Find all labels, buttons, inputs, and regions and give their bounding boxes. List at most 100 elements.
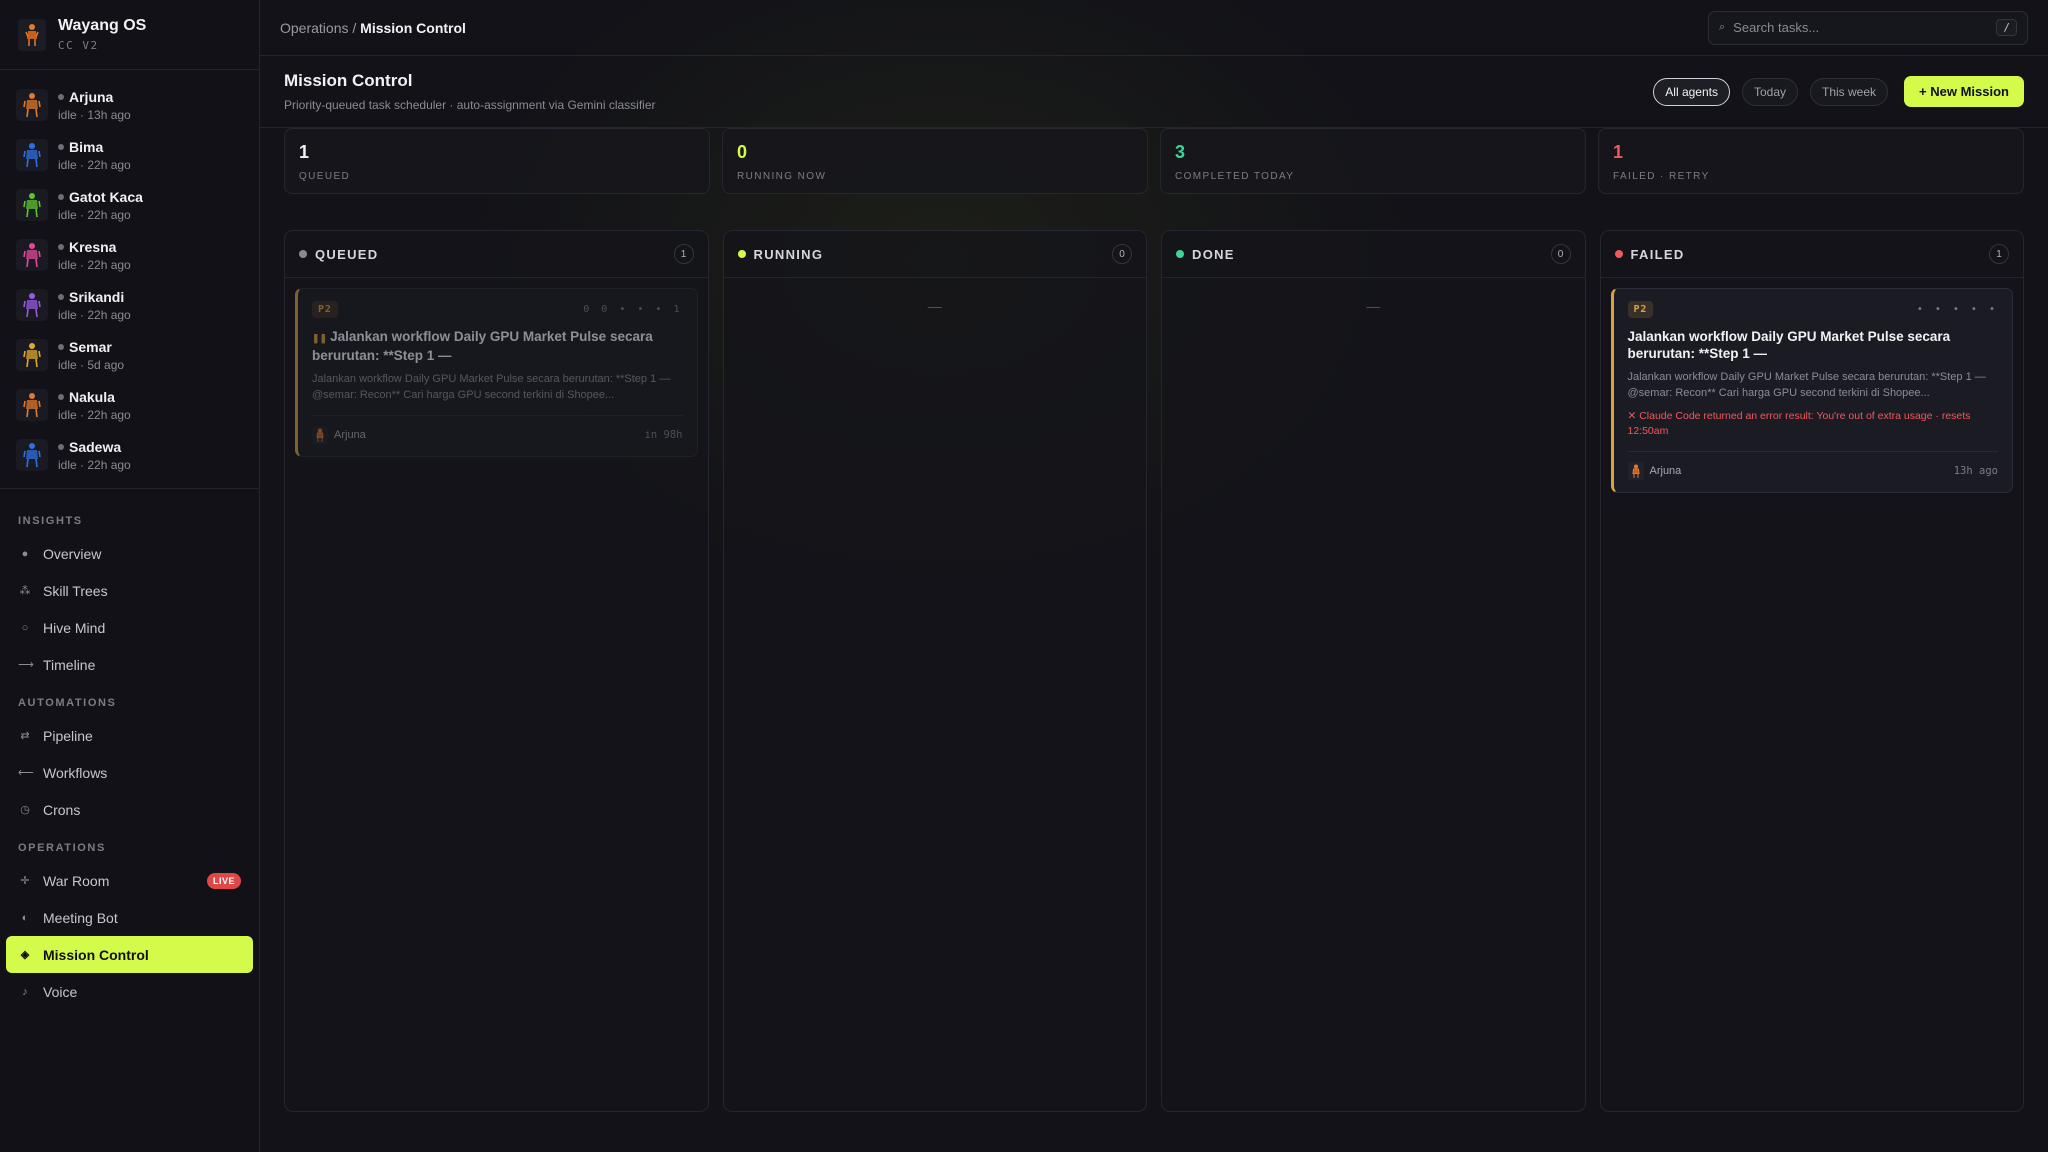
- column-queued: QUEUED 1 P2 0 0 • • • 1 ❚❚ Jalankan workf…: [284, 230, 709, 1112]
- crons-icon: ◷: [20, 804, 30, 816]
- column-header: QUEUED 1: [285, 231, 708, 278]
- nav-item-pipeline[interactable]: ⇄ Pipeline: [6, 717, 253, 754]
- agent-semar[interactable]: Semar idle · 5d ago: [0, 330, 259, 380]
- bima-puppet-icon: [16, 139, 48, 171]
- column-header: FAILED 1: [1600, 231, 2023, 278]
- agent-name: Gatot Kaca: [69, 188, 143, 205]
- nav-item-label: Crons: [43, 801, 81, 818]
- nav-item-label: Timeline: [43, 656, 96, 673]
- assigned-agent: Arjuna: [1649, 465, 1682, 477]
- nav-item-label: Overview: [43, 545, 102, 562]
- live-badge: LIVE: [206, 872, 241, 889]
- column-count: 0: [1550, 244, 1571, 264]
- task-title-text: Jalankan workflow Daily GPU Market Pulse…: [312, 329, 653, 363]
- agent-status: idle · 22h ago: [58, 157, 131, 172]
- task-error-message: ✕ Claude Code returned an error result: …: [1627, 410, 1971, 437]
- column-done: DONE 0 —: [1161, 230, 1586, 1112]
- agent-name: Semar: [69, 338, 112, 355]
- nav-item-hive-mind[interactable]: ○ Hive Mind: [6, 609, 253, 646]
- sidebar: Wayang OS CC V2 Arjuna idle · 13h ago Bima…: [0, 0, 260, 1152]
- status-dot: [58, 143, 64, 150]
- agent-gatot-kaca[interactable]: Gatot Kaca idle · 22h ago: [0, 180, 259, 230]
- search-box[interactable]: ⌕ /: [1708, 10, 2028, 45]
- brand[interactable]: Wayang OS CC V2: [0, 0, 259, 70]
- assigned-agent: Arjuna: [334, 429, 366, 441]
- paused-icon: ❚❚: [312, 333, 328, 343]
- search-input[interactable]: [1733, 20, 1997, 35]
- mission-control-icon: ◈: [20, 949, 30, 961]
- nav-item-label: Hive Mind: [43, 619, 106, 636]
- filter-this-week[interactable]: This week: [1810, 77, 1889, 106]
- agent-bima[interactable]: Bima idle · 22h ago: [0, 130, 259, 180]
- nav-item-voice[interactable]: ♪ Voice: [6, 973, 253, 1010]
- new-mission-button[interactable]: + New Mission: [1904, 76, 2024, 107]
- nav-item-workflows[interactable]: ⟵ Workflows: [6, 754, 253, 791]
- status-dot: [58, 193, 64, 200]
- task-time: 13h ago: [1953, 465, 1998, 477]
- task-menu-dots[interactable]: • • • • •: [1917, 304, 1998, 315]
- arjuna-puppet-icon: [16, 89, 48, 121]
- status-dot: [58, 93, 64, 100]
- skill-trees-icon: ⁂: [19, 585, 31, 597]
- task-card[interactable]: P2 0 0 • • • 1 ❚❚ Jalankan workflow Daily…: [295, 288, 698, 457]
- stat-label: RUNNING NOW: [737, 171, 827, 182]
- empty-placeholder: —: [1366, 298, 1381, 314]
- nav-item-meeting-bot[interactable]: ◐ Meeting Bot: [6, 899, 253, 936]
- nav-item-label: Voice: [43, 983, 78, 1000]
- page-header: Mission Control Priority-queued task sch…: [260, 56, 2048, 128]
- search-shortcut-key: /: [1996, 19, 2017, 36]
- kanban-board: QUEUED 1 P2 0 0 • • • 1 ❚❚ Jalankan workf…: [284, 230, 2024, 1112]
- nav-section-operations: OPERATIONS: [18, 842, 106, 854]
- column-header: DONE 0: [1162, 231, 1585, 278]
- priority-badge: P2: [312, 301, 338, 318]
- nav-item-label: Workflows: [43, 764, 108, 781]
- column-count: 0: [1112, 244, 1132, 264]
- column-title: RUNNING: [753, 246, 824, 262]
- column-title: QUEUED: [315, 246, 379, 262]
- agent-name: Nakula: [69, 388, 115, 405]
- task-description: Jalankan workflow Daily GPU Market Pulse…: [1627, 371, 1986, 399]
- sidebar-nav: INSIGHTS ● Overview ⁂ Skill Trees ○ Hive Mi…: [0, 489, 259, 1010]
- stats-row: 1 QUEUED 0 RUNNING NOW 3 COMPLETED TODAY…: [284, 128, 2024, 194]
- agent-srikandi[interactable]: Srikandi idle · 22h ago: [0, 280, 259, 330]
- stat-label: QUEUED: [299, 171, 351, 182]
- semar-puppet-icon: [16, 339, 48, 371]
- nav-item-timeline[interactable]: ⟶ Timeline: [6, 646, 253, 683]
- task-title: Jalankan workflow Daily GPU Market Pulse…: [1627, 329, 1951, 361]
- nav-item-mission-control[interactable]: ◈ Mission Control: [6, 936, 253, 973]
- nav-item-crons[interactable]: ◷ Crons: [6, 791, 253, 828]
- column-title: DONE: [1192, 246, 1235, 262]
- hive-mind-icon: ○: [21, 621, 29, 634]
- agent-name: Sadewa: [69, 438, 122, 455]
- agent-name: Arjuna: [69, 88, 114, 105]
- nav-item-overview[interactable]: ● Overview: [6, 535, 253, 572]
- timeline-icon: ⟶: [18, 659, 34, 671]
- filter-today[interactable]: Today: [1741, 77, 1799, 106]
- status-dot: [1176, 250, 1184, 258]
- task-card[interactable]: P2 • • • • • Jalankan workflow Daily GPU…: [1610, 288, 2013, 493]
- stat-running: 0 RUNNING NOW: [722, 128, 1148, 194]
- task-description: Jalankan workflow Daily GPU Market Pulse…: [312, 373, 671, 401]
- status-dot: [58, 343, 64, 350]
- topbar: Operations / Mission Control ⌕ /: [260, 0, 2048, 56]
- stat-queued: 1 QUEUED: [284, 128, 710, 194]
- agent-arjuna[interactable]: Arjuna idle · 13h ago: [0, 80, 259, 130]
- column-running: RUNNING 0 —: [722, 230, 1147, 1112]
- agent-kresna[interactable]: Kresna idle · 22h ago: [0, 230, 259, 280]
- nav-item-war-room[interactable]: ✛ War Room LIVE: [6, 862, 253, 899]
- agent-name: Srikandi: [69, 288, 125, 305]
- nav-item-skill-trees[interactable]: ⁂ Skill Trees: [6, 572, 253, 609]
- agent-name: Bima: [69, 138, 104, 155]
- agent-status: idle · 22h ago: [58, 407, 131, 422]
- overview-icon: ●: [21, 547, 29, 560]
- workflows-icon: ⟵: [18, 767, 34, 779]
- agent-nakula[interactable]: Nakula idle · 22h ago: [0, 380, 259, 430]
- breadcrumb-parent[interactable]: Operations /: [280, 20, 356, 36]
- agent-sadewa[interactable]: Sadewa idle · 22h ago: [0, 430, 259, 480]
- status-dot: [737, 250, 746, 258]
- status-dot: [58, 243, 64, 250]
- filter-all-agents[interactable]: All agents: [1653, 77, 1730, 106]
- nav-section-automations: AUTOMATIONS: [18, 697, 117, 709]
- task-time: in 98h: [644, 429, 683, 441]
- search-icon: ⌕: [1719, 21, 1726, 33]
